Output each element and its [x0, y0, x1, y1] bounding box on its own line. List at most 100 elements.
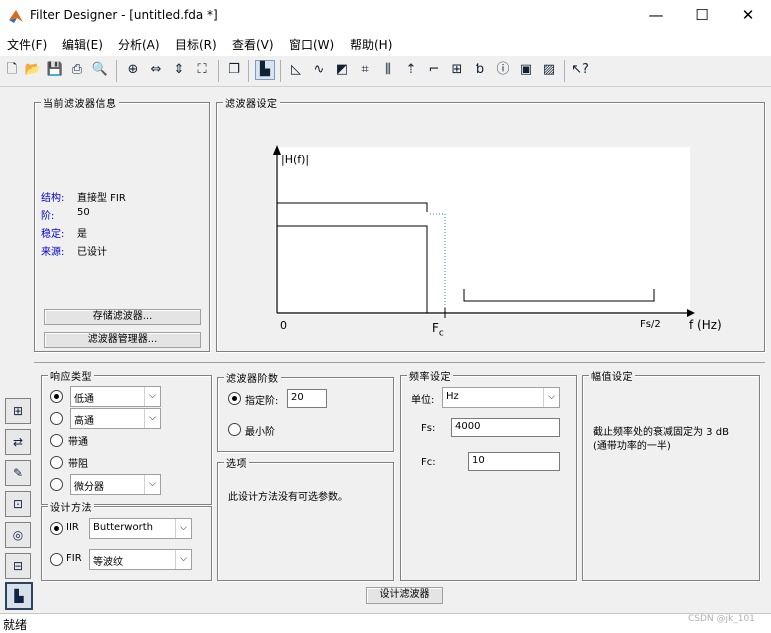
close-button[interactable]: ✕	[725, 0, 771, 32]
x-axis-arrow	[687, 309, 695, 317]
fs2-label: Fs/2	[640, 319, 661, 330]
fir-method-select[interactable]: 等波纹 ⌵	[89, 549, 192, 570]
filter-order-panel: 滤波器阶数 指定阶: 20 最小阶	[217, 370, 394, 452]
differentiator-radio[interactable]	[50, 478, 63, 491]
chevron-down-icon: ⌵	[144, 475, 160, 494]
x-tick-0: 0	[280, 319, 287, 332]
chevron-down-icon: ⌵	[543, 388, 559, 407]
window-title: Filter Designer - [untitled.fda *]	[30, 8, 218, 22]
bandstop-label: 带阻	[68, 459, 88, 470]
new-icon[interactable]: 🗋	[3, 61, 21, 79]
cost-icon[interactable]: ▣	[517, 61, 535, 79]
magnitude-specs-legend: 幅值设定	[589, 368, 635, 383]
status-bar: 就绪 CSDN @jk_101	[0, 613, 771, 633]
units-label: 单位:	[411, 395, 435, 406]
differentiator-select[interactable]: 微分器 ⌵	[70, 474, 161, 495]
coefficients-icon[interactable]: ⊞	[448, 61, 466, 79]
highpass-radio[interactable]	[50, 412, 63, 425]
realize-model-icon[interactable]: ◎	[5, 522, 31, 548]
frequency-specs-panel: 频率设定 单位: Hz ⌵ Fs: 4000 Fc: 10	[400, 368, 577, 581]
info-circle-icon[interactable]: ⓘ	[494, 61, 512, 79]
design-filter-icon[interactable]: ▙	[5, 582, 33, 610]
fir-label: FIR	[66, 553, 82, 564]
print-icon[interactable]: ⎙	[68, 61, 86, 79]
menu-file[interactable]: 文件(F)	[7, 36, 47, 53]
fs-input[interactable]: 4000	[451, 418, 560, 437]
zoom-x-icon[interactable]: ⇔	[147, 61, 165, 79]
group-delay-icon[interactable]: ⌗	[356, 61, 374, 79]
toolbar-separator	[218, 60, 219, 82]
bandstop-radio[interactable]	[50, 456, 63, 469]
bandpass-radio[interactable]	[50, 434, 63, 447]
toolbar-separator	[564, 60, 565, 82]
design-filter-button[interactable]: 设计滤波器	[366, 587, 443, 604]
store-filter-button[interactable]: 存储滤波器...	[44, 309, 201, 325]
units-select[interactable]: Hz ⌵	[442, 387, 560, 408]
menu-targets[interactable]: 目标(R)	[175, 36, 217, 53]
open-icon[interactable]: 📂	[24, 61, 42, 79]
menu-bar: 文件(F) 编辑(E) 分析(A) 目标(R) 查看(V) 窗口(W) 帮助(H…	[0, 32, 771, 56]
maximize-button[interactable]: ☐	[679, 0, 725, 32]
design-filter-mode-icon[interactable]: ⊞	[5, 398, 31, 424]
magnitude-icon[interactable]: ◺	[287, 61, 305, 79]
full-view-icon[interactable]: ⛶	[193, 61, 211, 79]
import-icon[interactable]: ⊟	[5, 553, 31, 579]
stable-value: 是	[77, 229, 87, 240]
highpass-select[interactable]: 高通 ⌵	[70, 408, 161, 429]
iir-label: IIR	[66, 522, 79, 533]
response-type-legend: 响应类型	[48, 368, 94, 383]
menu-edit[interactable]: 编辑(E)	[62, 36, 103, 53]
fir-radio[interactable]	[50, 553, 63, 566]
new-window-icon[interactable]: ❐	[225, 61, 243, 79]
response-type-panel: 响应类型 低通 ⌵ 高通 ⌵ 带通 带阻 微分器 ⌵	[41, 368, 212, 505]
whats-this-icon[interactable]: ↖?	[571, 61, 589, 79]
section-divider	[34, 362, 765, 363]
toolbar-separator	[248, 60, 249, 82]
status-text: 就绪	[3, 618, 28, 632]
options-panel: 选项 此设计方法没有可选参数。	[217, 455, 394, 581]
matlab-logo-icon	[9, 10, 23, 23]
save-icon[interactable]: 💾	[46, 61, 64, 79]
lowpass-radio[interactable]	[50, 390, 63, 403]
minimum-order-label: 最小阶	[245, 427, 275, 438]
specify-order-radio[interactable]	[228, 392, 241, 405]
fc-input[interactable]: 10	[468, 452, 560, 471]
current-filter-info-panel: 当前滤波器信息 结构: 直接型 FIR 阶: 50 稳定: 是 来源: 已设计 …	[34, 95, 210, 352]
step-icon[interactable]: ⇡	[402, 61, 420, 79]
minimize-button[interactable]: —	[633, 0, 679, 32]
menu-analysis[interactable]: 分析(A)	[118, 36, 160, 53]
fc-input-label: Fc:	[421, 457, 436, 468]
zoom-in-icon[interactable]: ⊕	[124, 61, 142, 79]
chevron-down-icon: ⌵	[175, 550, 191, 569]
options-text: 此设计方法没有可选参数。	[228, 492, 348, 503]
quantize-icon[interactable]: ⊡	[5, 491, 31, 517]
order-label: 阶:	[41, 211, 55, 222]
current-filter-legend: 当前滤波器信息	[41, 95, 119, 110]
magnitude-text-line2: (通带功率的一半)	[593, 441, 671, 452]
pole-zero-editor-icon[interactable]: ✎	[5, 460, 31, 486]
menu-help[interactable]: 帮助(H)	[350, 36, 392, 53]
order-input[interactable]: 20	[287, 389, 327, 408]
zoom-y-icon[interactable]: ⇕	[170, 61, 188, 79]
impulse-icon[interactable]: ⫼	[379, 61, 397, 79]
noise-icon[interactable]: ▨	[540, 61, 558, 79]
transform-icon[interactable]: ⇄	[5, 429, 31, 455]
x-axis-label: f (Hz)	[689, 318, 722, 332]
lowpass-select[interactable]: 低通 ⌵	[70, 386, 161, 407]
info-icon[interactable]: ƅ	[471, 61, 489, 79]
menu-view[interactable]: 查看(V)	[232, 36, 274, 53]
source-value: 已设计	[77, 247, 107, 258]
filter-specs-panel: 滤波器设定 |H(f)| 0 Fc Fs/2 f (Hz)	[216, 95, 765, 352]
print-preview-icon[interactable]: 🔍	[91, 61, 109, 79]
filter-order-legend: 滤波器阶数	[224, 370, 281, 385]
minimum-order-radio[interactable]	[228, 423, 241, 436]
pole-zero-icon[interactable]: ⌐	[425, 61, 443, 79]
filter-specs-icon[interactable]: ▙	[255, 60, 275, 80]
phase-icon[interactable]: ∿	[310, 61, 328, 79]
menu-window[interactable]: 窗口(W)	[289, 36, 334, 53]
filter-manager-button[interactable]: 滤波器管理器...	[44, 332, 201, 348]
design-method-legend: 设计方法	[48, 499, 94, 514]
iir-method-select[interactable]: Butterworth ⌵	[89, 518, 192, 539]
iir-radio[interactable]	[50, 522, 63, 535]
mag-phase-icon[interactable]: ◩	[333, 61, 351, 79]
